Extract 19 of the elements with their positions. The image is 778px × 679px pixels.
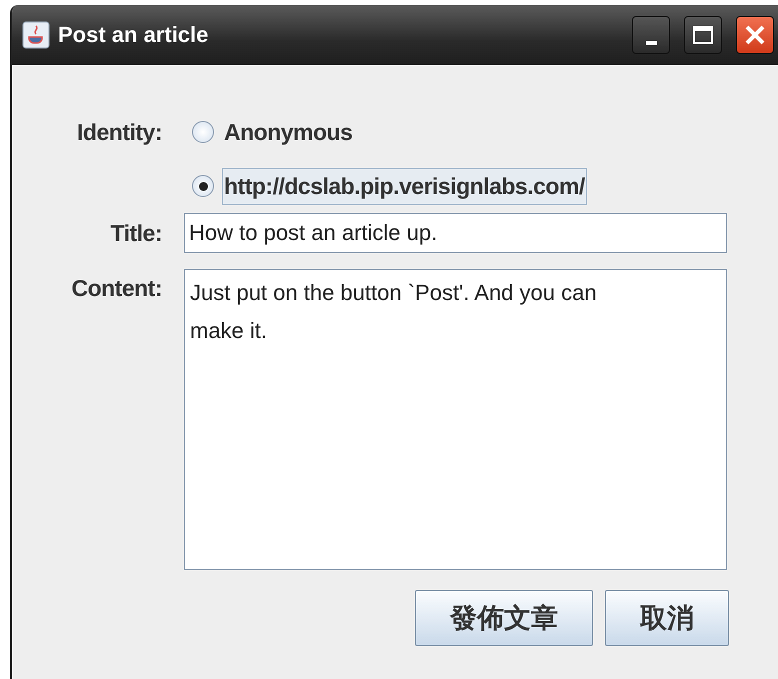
close-button[interactable] xyxy=(736,16,774,54)
window-title: Post an article xyxy=(58,22,210,48)
title-label: Title: xyxy=(109,220,162,246)
content-field[interactable]: Just put on the button `Post'. And you can make it. xyxy=(184,269,727,570)
maximize-icon xyxy=(692,25,714,45)
cancel-button[interactable]: 取消 xyxy=(605,590,729,646)
content-label: Content: xyxy=(70,275,162,302)
post-button[interactable]: 發佈文章 xyxy=(415,590,593,646)
identity-label: Identity: xyxy=(76,118,162,146)
radio-button[interactable] xyxy=(192,175,214,197)
radio-label[interactable]: http://dcslab.pip.verisignlabs.com/ xyxy=(222,168,587,204)
minimize-button[interactable] xyxy=(632,16,670,54)
radio-label[interactable]: Anonymous xyxy=(222,114,354,150)
close-icon xyxy=(744,24,766,46)
title-field[interactable]: How to post an article up. xyxy=(184,213,727,253)
minimize-icon xyxy=(646,41,656,45)
java-cup-icon xyxy=(22,21,50,49)
radio-button[interactable] xyxy=(192,121,214,143)
maximize-button[interactable] xyxy=(684,16,722,54)
